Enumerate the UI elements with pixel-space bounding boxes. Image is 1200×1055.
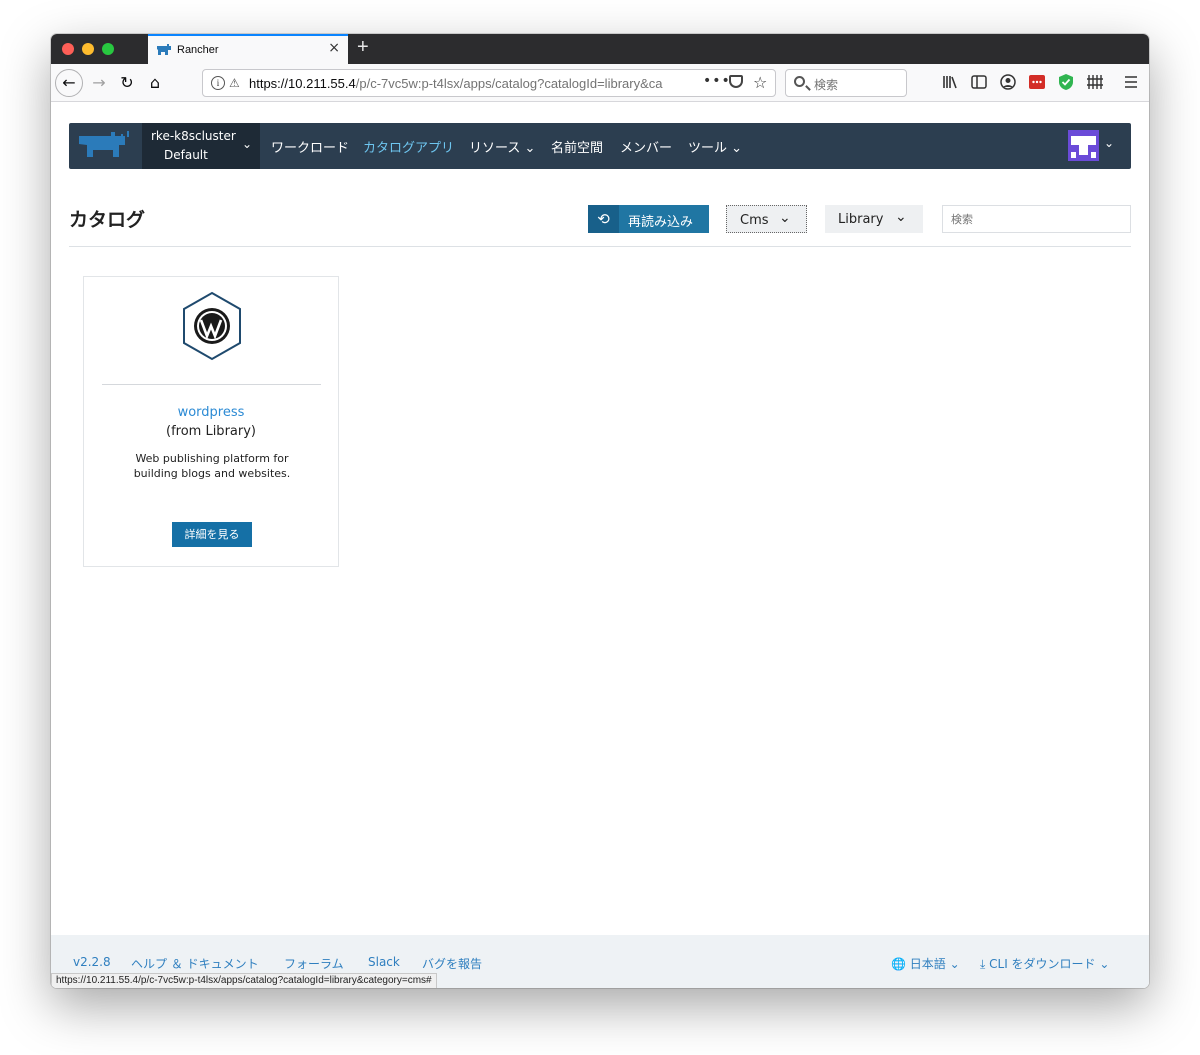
cli-download-link[interactable]: ⤓ CLI をダウンロード ⌄ bbox=[980, 955, 1109, 972]
page-actions-menu-icon[interactable]: ••• bbox=[703, 73, 731, 89]
refresh-icon: ⟲ bbox=[588, 205, 619, 233]
navigation-toolbar: ← → ↻ ⌂ i ⚠ https://10.211.55.4/p/c-7vc5… bbox=[51, 64, 1149, 102]
forums-link[interactable]: フォーラム bbox=[284, 955, 344, 972]
shield-extension-icon[interactable] bbox=[1057, 73, 1075, 91]
info-icon[interactable]: i bbox=[211, 76, 225, 90]
language-label: 日本語 bbox=[909, 957, 946, 971]
extension-grid-icon[interactable] bbox=[1086, 73, 1104, 91]
user-avatar[interactable] bbox=[1068, 130, 1099, 161]
nav-workload[interactable]: ワークロード bbox=[271, 137, 349, 156]
catalog-filter-value: Library bbox=[838, 212, 884, 227]
search-icon bbox=[794, 76, 805, 87]
tab-bar: Rancher × + bbox=[51, 34, 1149, 64]
catalog-filter-dropdown[interactable]: Library ⌄ bbox=[825, 205, 923, 233]
close-window-button[interactable] bbox=[62, 43, 74, 55]
nav-members[interactable]: メンバー bbox=[620, 137, 672, 156]
lastpass-extension-icon[interactable] bbox=[1028, 73, 1046, 91]
tab-title: Rancher bbox=[177, 44, 219, 56]
rancher-header: rke-k8scluster Default ⌄ ワークロード カタログアプリ … bbox=[69, 123, 1131, 169]
language-selector[interactable]: 🌐 日本語 ⌄ bbox=[891, 955, 960, 972]
chevron-down-icon: ⌄ bbox=[731, 141, 743, 156]
browser-tab[interactable]: Rancher × bbox=[148, 34, 348, 64]
account-icon[interactable] bbox=[999, 73, 1017, 91]
chevron-down-icon: ⌄ bbox=[1099, 957, 1110, 971]
chevron-down-icon[interactable]: ⌄ bbox=[1104, 136, 1114, 150]
browser-window: Rancher × + ← → ↻ ⌂ i ⚠ https://10.211.5… bbox=[51, 34, 1149, 988]
new-tab-button[interactable]: + bbox=[357, 36, 369, 59]
home-button[interactable]: ⌂ bbox=[143, 70, 167, 96]
status-url: https://10.211.55.4/p/c-7vc5w:p-t4lsx/ap… bbox=[51, 973, 437, 988]
library-icon[interactable] bbox=[941, 73, 959, 91]
nav-namespaces[interactable]: 名前空間 bbox=[551, 137, 603, 156]
chevron-down-icon: ⌄ bbox=[949, 957, 960, 971]
card-divider bbox=[102, 384, 321, 385]
back-button[interactable]: ← bbox=[55, 69, 83, 97]
sidebar-icon[interactable] bbox=[970, 73, 988, 91]
cluster-project-switcher[interactable]: rke-k8scluster Default ⌄ bbox=[142, 123, 260, 169]
wordpress-icon bbox=[183, 291, 241, 361]
reload-page-button[interactable]: ↻ bbox=[115, 70, 139, 96]
catalog-search-input[interactable] bbox=[942, 205, 1131, 233]
bookmark-star-icon[interactable]: ☆ bbox=[753, 73, 767, 92]
download-icon: ⤓ bbox=[980, 957, 986, 971]
app-description: Web publishing platform for building blo… bbox=[133, 452, 291, 480]
header-divider bbox=[69, 246, 1131, 247]
project-name: Default bbox=[164, 148, 208, 162]
page-title: カタログ bbox=[69, 209, 146, 231]
page-content: rke-k8scluster Default ⌄ ワークロード カタログアプリ … bbox=[51, 102, 1149, 988]
report-bug-link[interactable]: バグを報告 bbox=[422, 955, 482, 972]
close-tab-icon[interactable]: × bbox=[328, 40, 340, 56]
pocket-icon[interactable] bbox=[729, 75, 743, 88]
app-source: (from Library) bbox=[166, 424, 256, 439]
app-name-link[interactable]: wordpress bbox=[84, 405, 338, 420]
view-details-button[interactable]: 詳細を見る bbox=[172, 522, 252, 547]
nav-catalog-apps[interactable]: カタログアプリ bbox=[363, 137, 454, 156]
chevron-down-icon: ⌄ bbox=[779, 210, 791, 226]
version-link[interactable]: v2.2.8 bbox=[73, 955, 111, 969]
nav-resources[interactable]: リソース ⌄ bbox=[469, 137, 535, 156]
nav-tools-label: ツール bbox=[688, 141, 728, 156]
chevron-down-icon: ⌄ bbox=[895, 209, 907, 225]
url-bar[interactable]: i ⚠ https://10.211.55.4/p/c-7vc5w:p-t4ls… bbox=[202, 69, 776, 97]
chevron-down-icon: ⌄ bbox=[524, 141, 536, 156]
app-card: wordpress (from Library) Web publishing … bbox=[83, 276, 339, 567]
warning-lock-icon[interactable]: ⚠ bbox=[229, 76, 240, 90]
category-filter-dropdown[interactable]: Cms ⌄ bbox=[726, 205, 807, 233]
hamburger-menu-icon[interactable] bbox=[1122, 73, 1140, 91]
nav-tools[interactable]: ツール ⌄ bbox=[688, 137, 742, 156]
maximize-window-button[interactable] bbox=[102, 43, 114, 55]
cluster-name: rke-k8scluster bbox=[151, 129, 236, 143]
url-text[interactable]: https://10.211.55.4/p/c-7vc5w:p-t4lsx/ap… bbox=[249, 76, 669, 91]
rancher-logo-icon[interactable] bbox=[69, 123, 142, 169]
category-filter-value: Cms bbox=[740, 213, 769, 228]
reload-catalog-button[interactable]: ⟲ 再読み込み bbox=[588, 205, 709, 233]
cli-download-label: CLI をダウンロード bbox=[989, 957, 1096, 971]
globe-icon: 🌐 bbox=[891, 957, 906, 971]
browser-search-placeholder: 検索 bbox=[814, 78, 839, 92]
minimize-window-button[interactable] bbox=[82, 43, 94, 55]
chevron-down-icon: ⌄ bbox=[242, 137, 253, 151]
slack-link[interactable]: Slack bbox=[368, 955, 400, 969]
help-docs-link[interactable]: ヘルプ ＆ ドキュメント bbox=[131, 955, 259, 972]
browser-search-input[interactable]: 検索 bbox=[785, 69, 907, 97]
reload-button-label: 再読み込み bbox=[628, 215, 694, 230]
forward-button[interactable]: → bbox=[87, 70, 111, 96]
nav-resources-label: リソース bbox=[469, 141, 521, 156]
rancher-favicon-icon bbox=[157, 44, 171, 55]
